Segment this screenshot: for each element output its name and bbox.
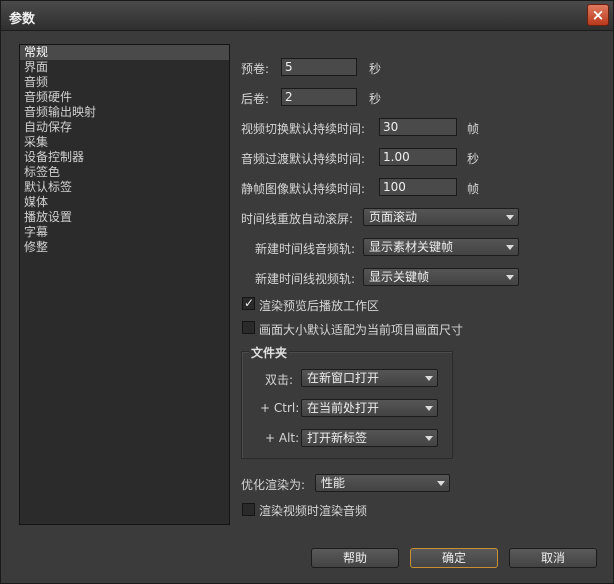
sidebar-item-device-control[interactable]: 设备控制器 (20, 150, 229, 165)
ok-button[interactable]: 确定 (410, 548, 498, 568)
optimize-rendering-value: 性能 (321, 476, 346, 490)
sidebar-item-audio[interactable]: 音频 (20, 75, 229, 90)
new-video-track-dropdown[interactable]: 显示关键帧 (363, 268, 519, 286)
new-audio-track-value: 显示素材关键帧 (369, 240, 454, 254)
preferences-dialog: 参数 × 常规 界面 音频 音频硬件 音频输出映射 自动保存 采集 设备控制器 … (0, 0, 614, 584)
sidebar-item-playback[interactable]: 播放设置 (20, 210, 229, 225)
chevron-down-icon (425, 376, 433, 381)
bin-alt-dropdown[interactable]: 打开新标签 (301, 429, 438, 447)
bin-ctrl-label: + Ctrl: (260, 401, 300, 415)
bins-group-title: 文件夹 (249, 344, 290, 361)
play-after-render-label: 渲染预览后播放工作区 (259, 299, 380, 313)
sidebar-item-titler[interactable]: 字幕 (20, 225, 229, 240)
sidebar-item-trim[interactable]: 修整 (20, 240, 229, 255)
sidebar-item-capture[interactable]: 采集 (20, 135, 229, 150)
new-audio-track-label: 新建时间线音频轨: (255, 242, 356, 256)
chevron-down-icon (425, 436, 433, 441)
audio-transition-unit: 秒 (467, 152, 480, 166)
scale-to-frame-checkbox[interactable] (242, 321, 255, 334)
bin-alt-label: + Alt: (265, 431, 300, 445)
video-transition-unit: 帧 (467, 122, 480, 136)
optimize-rendering-label: 优化渲染为: (241, 478, 306, 492)
postroll-label: 后卷: (241, 92, 270, 106)
chevron-down-icon (506, 215, 514, 220)
still-duration-label: 静帧图像默认持续时间: (241, 182, 366, 196)
chevron-down-icon (425, 406, 433, 411)
sidebar-item-audio-hardware[interactable]: 音频硬件 (20, 90, 229, 105)
still-duration-unit: 帧 (467, 182, 480, 196)
optimize-rendering-dropdown[interactable]: 性能 (315, 474, 450, 492)
video-transition-input[interactable]: 30 (379, 118, 457, 136)
scale-to-frame-label: 画面大小默认适配为当前项目画面尺寸 (259, 323, 464, 337)
still-duration-input[interactable]: 100 (379, 178, 457, 196)
chevron-down-icon (437, 481, 445, 486)
dialog-title: 参数 (9, 12, 36, 27)
sidebar-item-auto-save[interactable]: 自动保存 (20, 120, 229, 135)
audio-transition-input[interactable]: 1.00 (379, 148, 457, 166)
render-audio-label: 渲染视频时渲染音频 (259, 504, 368, 518)
category-list: 常规 界面 音频 音频硬件 音频输出映射 自动保存 采集 设备控制器 标签色 默… (19, 44, 230, 525)
bin-alt-value: 打开新标签 (307, 431, 368, 445)
postroll-input[interactable]: 2 (281, 88, 357, 106)
new-audio-track-dropdown[interactable]: 显示素材关键帧 (363, 238, 519, 256)
sidebar-item-interface[interactable]: 界面 (20, 60, 229, 75)
render-audio-checkbox[interactable] (242, 503, 255, 516)
timeline-scroll-dropdown[interactable]: 页面滚动 (363, 208, 519, 226)
bin-double-click-label: 双击: (265, 373, 294, 387)
cancel-button[interactable]: 取消 (509, 548, 597, 568)
close-button[interactable]: × (587, 4, 609, 26)
help-button[interactable]: 帮助 (311, 548, 399, 568)
new-video-track-value: 显示关键帧 (369, 270, 430, 284)
sidebar-item-label-defaults[interactable]: 默认标签 (20, 180, 229, 195)
bin-ctrl-value: 在当前处打开 (307, 401, 380, 415)
bin-ctrl-dropdown[interactable]: 在当前处打开 (301, 399, 438, 417)
preroll-label: 预卷: (241, 62, 270, 76)
new-video-track-label: 新建时间线视频轨: (255, 272, 356, 286)
timeline-scroll-value: 页面滚动 (369, 210, 418, 224)
chevron-down-icon (506, 275, 514, 280)
sidebar-item-general[interactable]: 常规 (20, 45, 229, 60)
title-bar[interactable]: 参数 × (1, 1, 613, 31)
sidebar-item-media[interactable]: 媒体 (20, 195, 229, 210)
play-after-render-checkbox[interactable] (242, 296, 255, 310)
bin-double-click-dropdown[interactable]: 在新窗口打开 (301, 369, 438, 387)
sidebar-item-audio-output-mapping[interactable]: 音频输出映射 (20, 105, 229, 120)
preroll-input[interactable]: 5 (281, 58, 357, 76)
audio-transition-label: 音频过渡默认持续时间: (241, 152, 366, 166)
video-transition-label: 视频切换默认持续时间: (241, 122, 366, 136)
chevron-down-icon (506, 245, 514, 250)
preroll-unit: 秒 (369, 62, 382, 76)
sidebar-item-label-colors[interactable]: 标签色 (20, 165, 229, 180)
postroll-unit: 秒 (369, 92, 382, 106)
timeline-scroll-label: 时间线重放自动滚屏: (241, 212, 354, 226)
bin-double-click-value: 在新窗口打开 (307, 371, 380, 385)
